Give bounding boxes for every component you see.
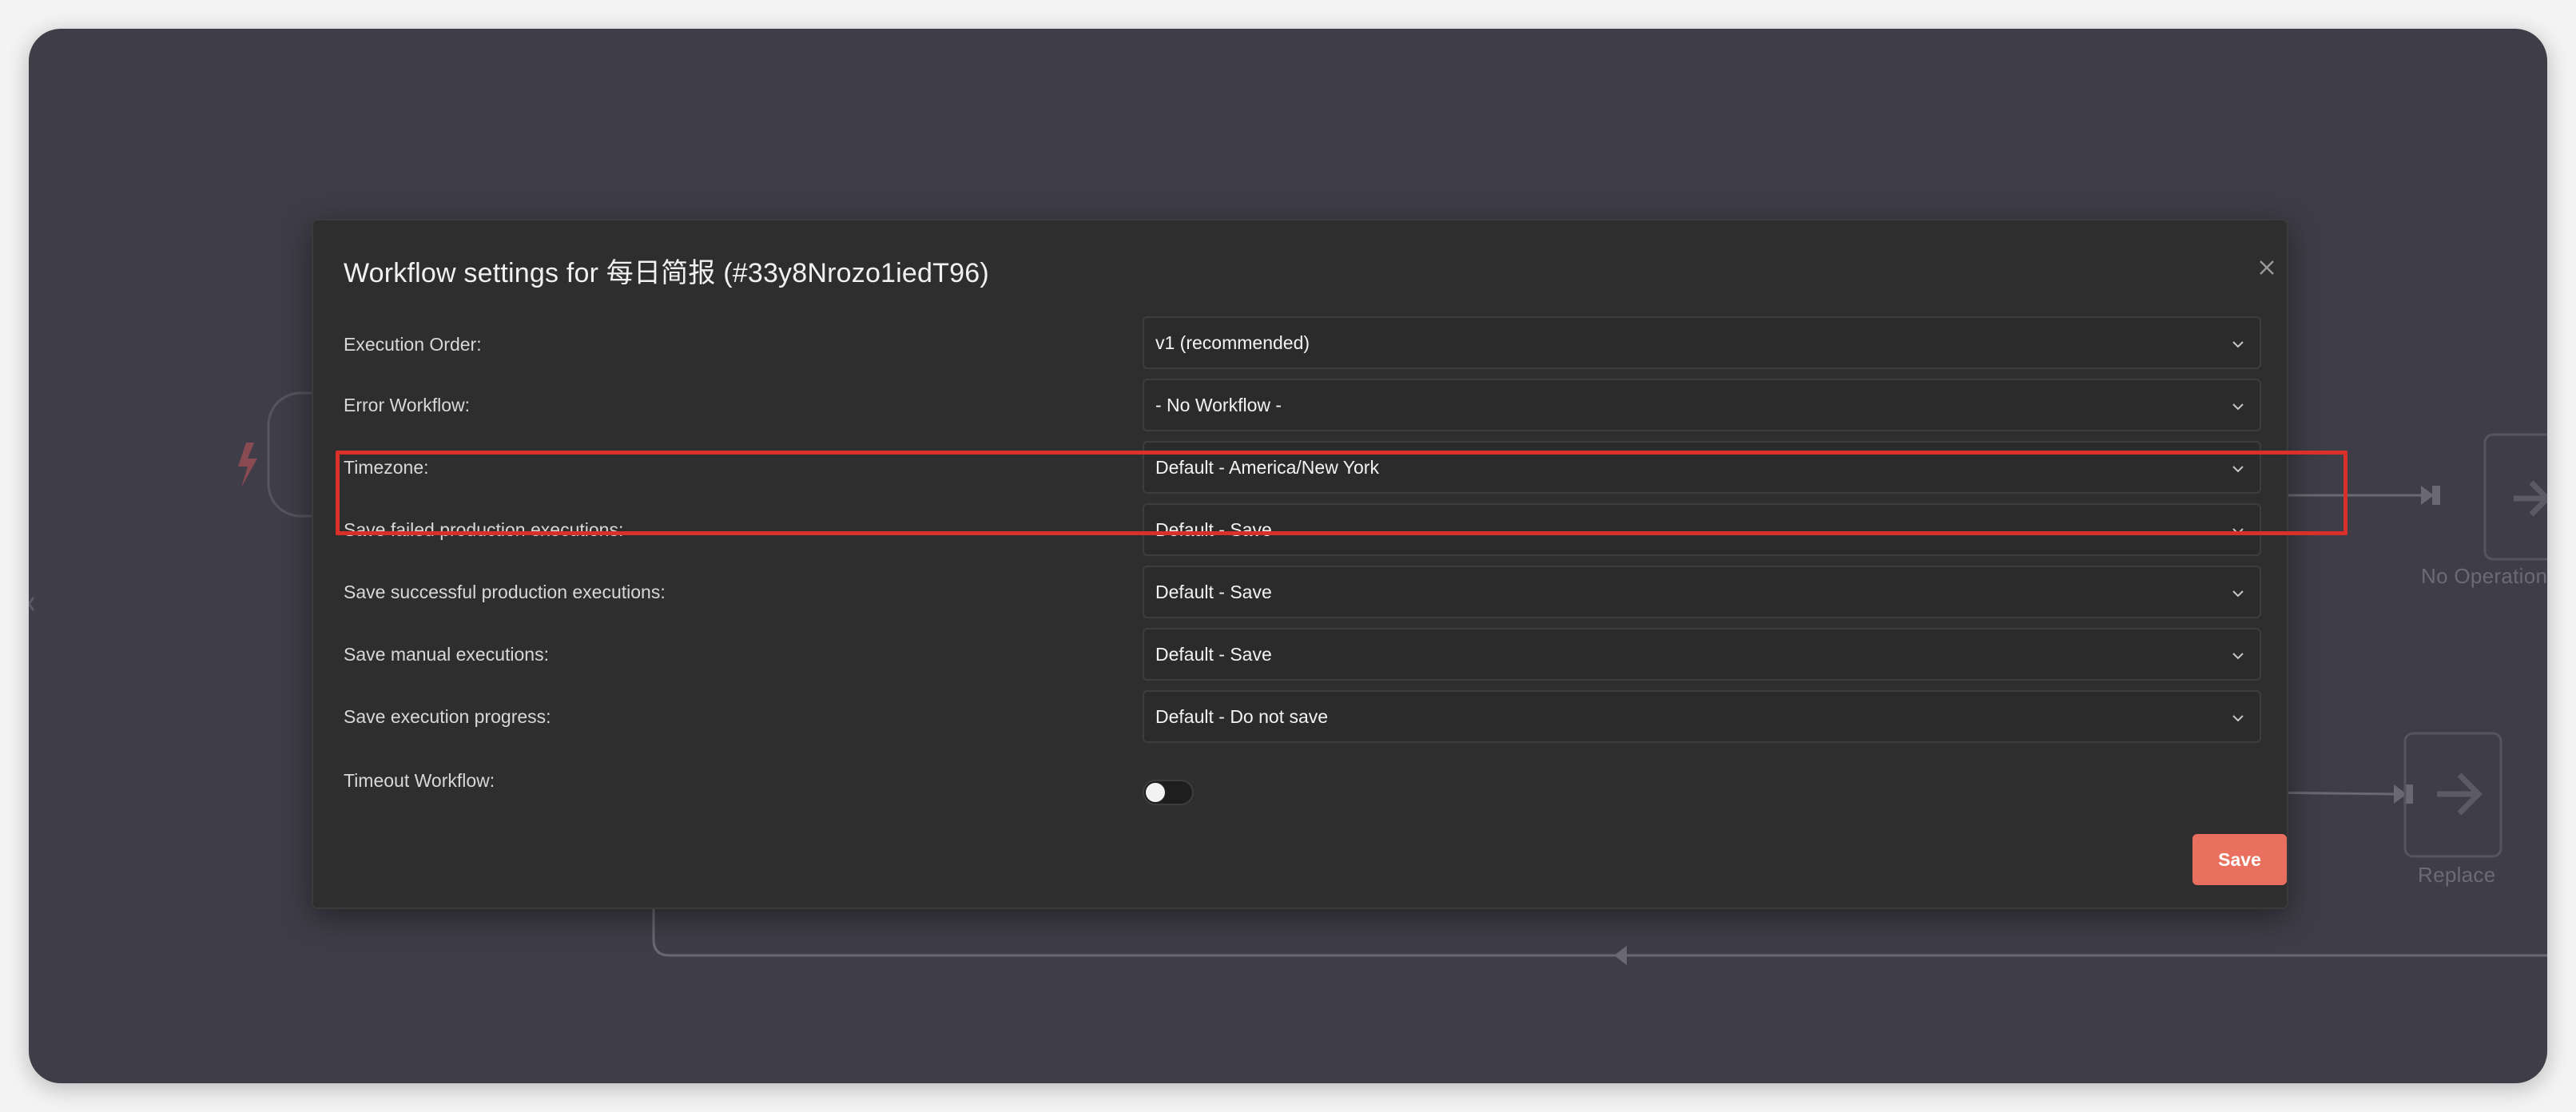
timeout-workflow-toggle[interactable] [1143,780,1194,805]
error-workflow-select[interactable]: - No Workflow - [1143,379,2261,431]
save-execution-progress-select[interactable]: Default - Do not save [1143,690,2261,743]
timeout-workflow-label: Timeout Workflow: [344,770,495,791]
chevron-down-icon [2232,528,2244,535]
trigger-bolt-icon [238,443,257,487]
save-failed-executions-label: Save failed production executions: [344,519,624,540]
no-operation-arrow-icon [2514,480,2547,517]
save-failed-executions-value: Default - Save [1155,519,1272,540]
node-label-replace: Replace [2418,863,2496,887]
chevron-down-icon [2232,341,2244,348]
save-button[interactable]: Save [2192,834,2287,885]
node-label-no-operation: No Operation [2421,564,2547,588]
loop-back-arrow [1614,946,1627,965]
save-manual-executions-value: Default - Save [1155,644,1272,665]
canvas-left-chevron-icon [29,597,35,611]
chevron-down-icon [2232,715,2244,722]
execution-order-select[interactable]: v1 (recommended) [1143,316,2261,369]
error-workflow-label: Error Workflow: [344,395,471,415]
save-execution-progress-value: Default - Do not save [1155,706,1329,727]
workflow-canvas: No Operation Replace Workflow settings f… [29,29,2547,1083]
save-manual-executions-select[interactable]: Default - Save [1143,628,2261,681]
error-workflow-value: - No Workflow - [1155,395,1282,415]
replace-arrow-icon [2437,772,2483,816]
workflow-settings-modal: Workflow settings for 每日简报 (#33y8Nrozo1i… [312,219,2288,909]
save-manual-executions-label: Save manual executions: [344,644,549,665]
save-successful-executions-label: Save successful production executions: [344,582,666,602]
chevron-down-icon [2232,590,2244,598]
chevron-down-icon [2232,466,2244,473]
modal-title: Workflow settings for 每日简报 (#33y8Nrozo1i… [344,258,989,288]
save-successful-executions-value: Default - Save [1155,582,1272,602]
timezone-label: Timezone: [344,457,429,478]
execution-order-value: v1 (recommended) [1155,332,1310,353]
connection-arrow-no-operation [2421,486,2434,505]
save-successful-executions-select[interactable]: Default - Save [1143,566,2261,618]
save-failed-executions-select[interactable]: Default - Save [1143,503,2261,556]
chevron-down-icon [2232,403,2244,411]
execution-order-label: Execution Order: [344,334,482,355]
save-execution-progress-label: Save execution progress: [344,706,551,727]
close-icon[interactable] [2256,257,2277,278]
chevron-down-icon [2232,653,2244,660]
timezone-select[interactable]: Default - America/New York [1143,441,2261,494]
toggle-knob [1146,783,1165,802]
timezone-value: Default - America/New York [1155,457,1379,478]
